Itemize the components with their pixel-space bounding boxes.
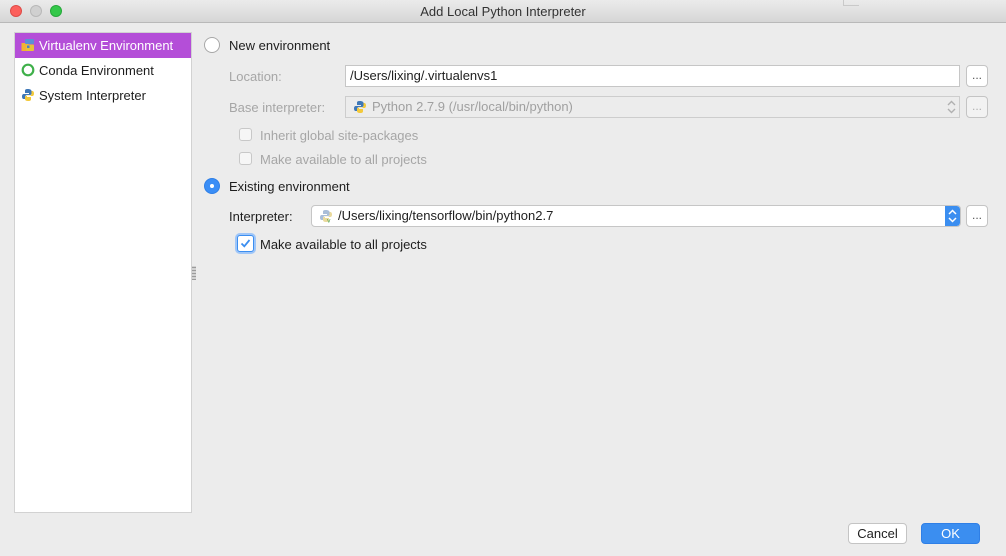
python-virtualenv-icon: v [320, 210, 332, 224]
existing-environment-radio[interactable] [204, 178, 220, 194]
interpreter-browse-button[interactable]: ... [966, 205, 988, 227]
inherit-site-packages-label: Inherit global site-packages [260, 128, 419, 143]
sidebar-item-system-interpreter[interactable]: System Interpreter [15, 83, 191, 108]
sidebar-item-label: Virtualenv Environment [39, 38, 174, 53]
make-available-checkbox[interactable] [237, 235, 254, 252]
svg-text:v: v [327, 218, 331, 224]
python-icon [22, 89, 34, 101]
new-environment-radio[interactable] [204, 37, 220, 53]
sidebar-item-label: System Interpreter [39, 88, 146, 103]
base-interpreter-value: Python 2.7.9 (/usr/local/bin/python) [372, 99, 573, 114]
base-interpreter-select[interactable]: Python 2.7.9 (/usr/local/bin/python) [345, 96, 960, 118]
location-browse-button[interactable]: ... [966, 65, 988, 87]
sidebar-item-label: Conda Environment [39, 63, 154, 78]
checkmark-icon [240, 239, 251, 248]
location-field[interactable]: /Users/lixing/.virtualenvs1 [345, 65, 960, 87]
cancel-button[interactable]: Cancel [848, 523, 907, 544]
location-label: Location: [229, 69, 282, 84]
new-environment-label: New environment [229, 38, 331, 53]
ok-button[interactable]: OK [921, 523, 980, 544]
sidebar-item-conda[interactable]: Conda Environment [15, 58, 191, 83]
new-env-make-available-checkbox[interactable] [239, 152, 252, 165]
dialog-window: Add Local Python Interpreter Virtualenv … [0, 0, 1006, 556]
background-window-edge [843, 0, 859, 6]
existing-environment-label: Existing environment [229, 179, 350, 194]
base-interpreter-browse-button[interactable]: ... [966, 96, 988, 118]
chevron-up-down-icon [944, 97, 959, 117]
chevron-up-down-icon [945, 206, 960, 226]
virtualenv-icon [21, 39, 34, 51]
sidebar-item-virtualenv[interactable]: Virtualenv Environment [15, 33, 191, 58]
conda-icon [21, 63, 35, 77]
inherit-site-packages-checkbox[interactable] [239, 128, 252, 141]
interpreter-select[interactable]: v /Users/lixing/tensorflow/bin/python2.7 [311, 205, 961, 227]
environment-type-list: Virtualenv Environment Conda Environment… [14, 32, 192, 513]
split-pane-handle[interactable] [192, 266, 196, 280]
window-title: Add Local Python Interpreter [420, 4, 586, 19]
base-interpreter-label: Base interpreter: [229, 100, 326, 115]
interpreter-value: /Users/lixing/tensorflow/bin/python2.7 [338, 208, 554, 223]
interpreter-label: Interpreter: [229, 209, 293, 224]
make-available-label: Make available to all projects [260, 237, 427, 252]
new-env-make-available-label: Make available to all projects [260, 152, 427, 167]
python-icon [354, 101, 366, 113]
